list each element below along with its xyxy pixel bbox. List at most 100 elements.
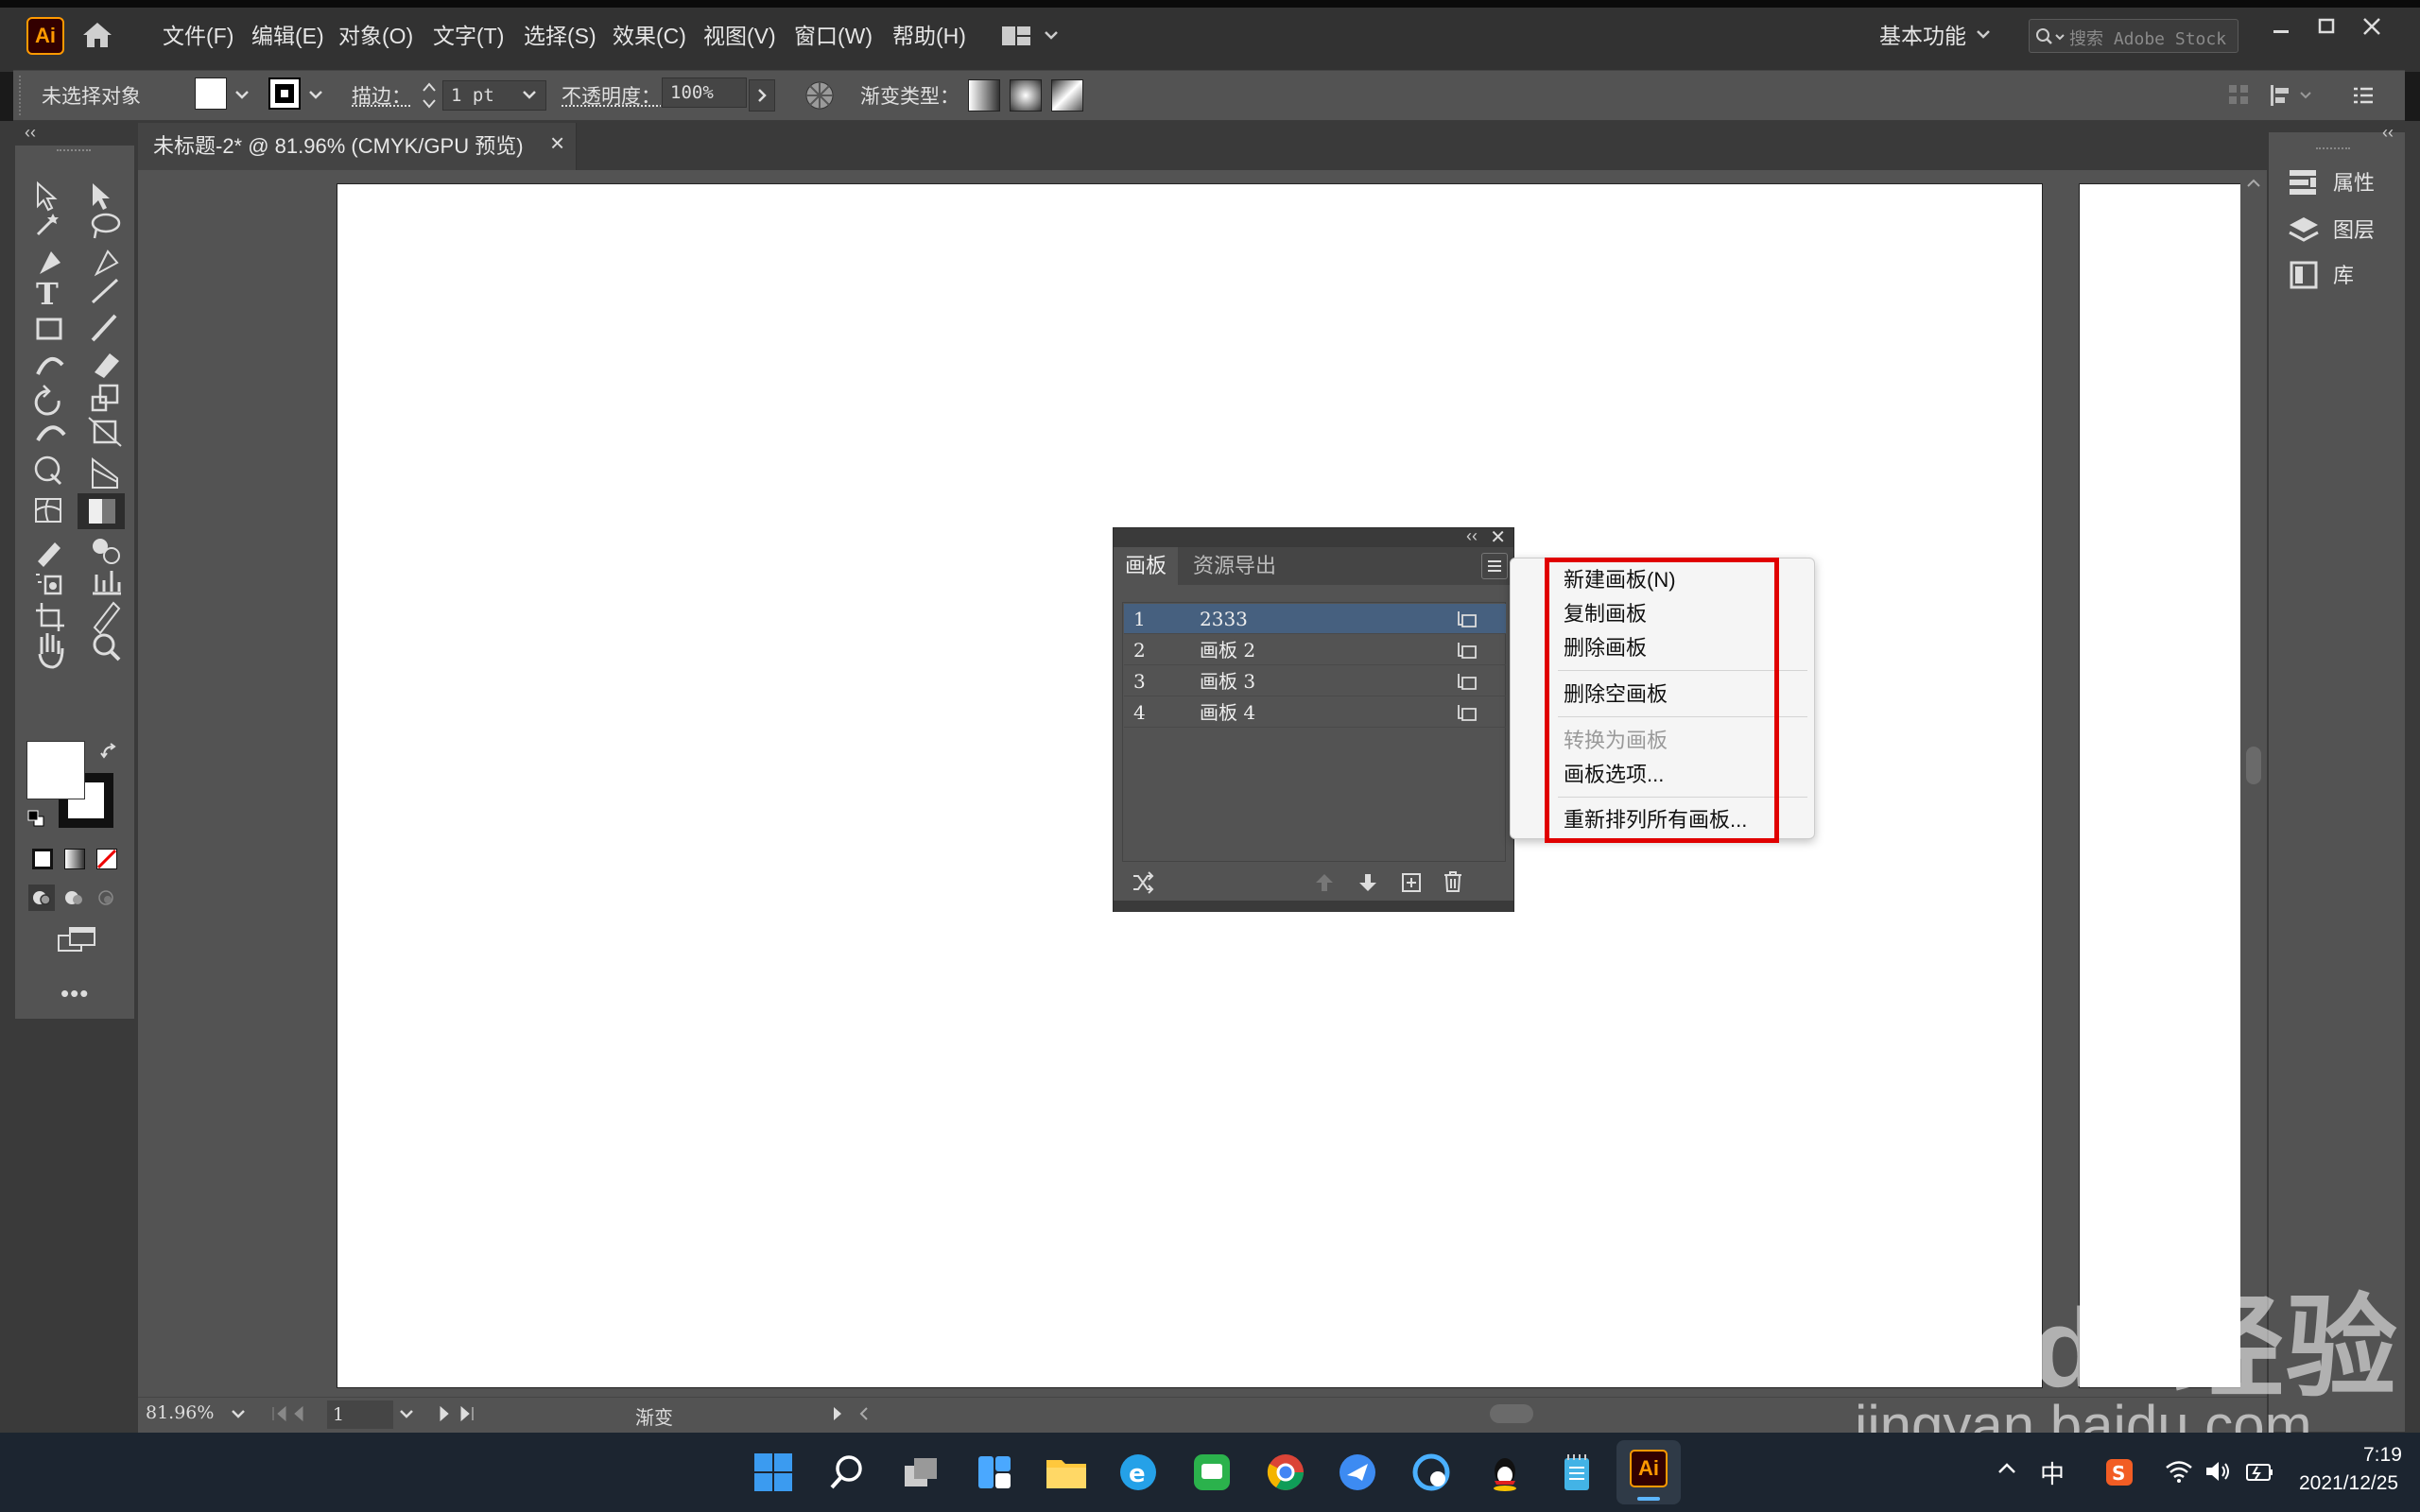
clock-date[interactable]: 2021/12/25 — [2299, 1472, 2398, 1495]
close-icon[interactable]: ✕ — [1490, 525, 1506, 549]
panel-resize-grip[interactable] — [1114, 901, 1513, 912]
close-window-button[interactable] — [2356, 11, 2388, 43]
chrome-icon[interactable] — [1261, 1448, 1310, 1497]
panel-properties[interactable]: 属性 — [2333, 164, 2420, 202]
panel-header[interactable]: ‹‹ ✕ — [1114, 525, 1513, 549]
menu-help[interactable]: 帮助(H) — [892, 19, 966, 53]
more-tools-icon[interactable]: ••• — [60, 979, 89, 1008]
cloud-app-icon[interactable] — [1407, 1448, 1456, 1497]
fill-color-box-front[interactable] — [26, 741, 85, 799]
document-tab[interactable]: 未标题-2* @ 81.96% (CMYK/GPU 预览) — [138, 123, 577, 170]
minimize-button[interactable] — [2265, 11, 2297, 43]
clock-time[interactable]: 7:19 — [2363, 1444, 2402, 1467]
chevron-down-icon[interactable] — [522, 89, 537, 100]
stroke-label[interactable]: 描边： — [352, 81, 411, 110]
taskbar-active-app[interactable]: Ai — [1616, 1440, 1681, 1504]
artboard-number-field[interactable]: 1 — [327, 1400, 393, 1429]
menu-effect[interactable]: 效果(C) — [613, 19, 686, 53]
panel-menu-icon[interactable] — [1481, 553, 1508, 579]
messaging-icon[interactable] — [1187, 1448, 1236, 1497]
stroke-stepper[interactable] — [420, 79, 439, 112]
arrange-documents-icon[interactable] — [1000, 23, 1061, 49]
browser-e-icon[interactable]: e — [1114, 1448, 1163, 1497]
menu-window[interactable]: 窗口(W) — [794, 19, 873, 53]
chevron-down-icon[interactable] — [308, 89, 323, 100]
table-row[interactable]: 4 画板 4 — [1124, 697, 1506, 728]
qq-icon[interactable] — [1480, 1448, 1530, 1497]
maximize-button[interactable] — [2310, 11, 2342, 43]
table-row[interactable]: 1 2333 — [1124, 604, 1506, 634]
opacity-label[interactable]: 不透明度： — [562, 81, 661, 110]
freeform-gradient-icon[interactable] — [1051, 79, 1083, 112]
ime-indicator[interactable]: 中 — [2040, 1455, 2065, 1490]
menu-object[interactable]: 对象(O) — [338, 19, 413, 53]
draw-mode-icons[interactable] — [28, 885, 123, 911]
default-colors-icon[interactable] — [26, 809, 45, 828]
menu-type[interactable]: 文字(T) — [433, 19, 504, 53]
status-menu-arrow[interactable] — [830, 1404, 845, 1423]
close-tab-button[interactable]: × — [550, 129, 564, 158]
fill-swatch[interactable] — [195, 77, 227, 110]
chevron-down-icon[interactable] — [231, 1408, 246, 1419]
wifi-icon[interactable] — [2165, 1459, 2193, 1484]
panel-layers[interactable]: 图层 — [2333, 212, 2420, 249]
new-artboard-icon[interactable] — [1401, 872, 1422, 893]
scrollbar-thumb[interactable] — [1490, 1404, 1533, 1423]
task-view-icon[interactable] — [896, 1448, 945, 1497]
bird-app-icon[interactable] — [1333, 1448, 1382, 1497]
file-explorer-icon[interactable] — [1042, 1448, 1091, 1497]
recolor-artwork-icon[interactable] — [804, 79, 836, 112]
opacity-field[interactable]: 100% — [662, 77, 747, 108]
transform-icon[interactable] — [2269, 83, 2316, 108]
stroke-swatch[interactable] — [268, 77, 301, 110]
tab-artboards[interactable]: 画板 — [1114, 547, 1179, 585]
widgets-icon[interactable] — [970, 1448, 1019, 1497]
color-mode-icon[interactable] — [32, 849, 53, 869]
chevron-right-icon[interactable] — [749, 79, 775, 112]
chevron-down-icon[interactable] — [399, 1408, 414, 1419]
workspace-switcher[interactable]: 基本功能 — [1879, 19, 1966, 53]
battery-icon[interactable] — [2244, 1459, 2274, 1484]
volume-icon[interactable] — [2204, 1459, 2233, 1484]
menu-edit[interactable]: 编辑(E) — [251, 19, 324, 53]
menu-select[interactable]: 选择(S) — [524, 19, 596, 53]
home-icon[interactable] — [81, 21, 113, 49]
chevron-up-icon[interactable] — [1996, 1461, 2017, 1476]
rearrange-artboards-icon[interactable] — [1131, 870, 1155, 895]
swap-colors-icon[interactable] — [100, 743, 119, 762]
table-row[interactable]: 2 画板 2 — [1124, 635, 1506, 665]
chevron-down-icon[interactable] — [234, 89, 250, 100]
menu-file[interactable]: 文件(F) — [163, 19, 233, 53]
notepad-icon[interactable] — [1552, 1448, 1601, 1497]
move-up-icon[interactable] — [1314, 872, 1335, 893]
start-icon[interactable] — [749, 1448, 798, 1497]
first-artboard-icon[interactable] — [270, 1404, 308, 1423]
linear-gradient-icon[interactable] — [968, 79, 1000, 112]
move-down-icon[interactable] — [1357, 872, 1378, 893]
scrollbar-thumb[interactable] — [2246, 747, 2261, 784]
delete-artboard-icon[interactable] — [1443, 870, 1463, 893]
radial-gradient-icon[interactable] — [1010, 79, 1042, 112]
zoom-field[interactable]: 81.96% — [146, 1402, 231, 1429]
vertical-scrollbar[interactable] — [2240, 170, 2267, 1397]
search-icon[interactable] — [822, 1448, 872, 1497]
menu-view[interactable]: 视图(V) — [703, 19, 776, 53]
collapse-panel-icon[interactable]: ‹‹ — [25, 123, 36, 143]
artboard-options-icon[interactable] — [1457, 672, 1478, 691]
artboard-options-icon[interactable] — [1457, 610, 1478, 628]
last-artboard-icon[interactable] — [435, 1404, 482, 1423]
sogou-icon[interactable]: S — [2104, 1457, 2135, 1487]
panel-libraries[interactable]: 库 — [2333, 257, 2420, 295]
panel-menu-icon[interactable] — [2352, 85, 2375, 106]
align-icon[interactable] — [2227, 83, 2250, 108]
artboard-options-icon[interactable] — [1457, 641, 1478, 660]
collapse-panel-icon[interactable]: ‹‹ — [1466, 526, 1478, 546]
tab-asset-export[interactable]: 资源导出 — [1182, 547, 1288, 585]
screen-mode-icon[interactable] — [57, 926, 98, 954]
table-row[interactable]: 3 画板 3 — [1124, 666, 1506, 696]
stock-search-field[interactable]: 搜索 Adobe Stock — [2029, 19, 2238, 53]
gradient-mode-icon[interactable] — [64, 849, 85, 869]
none-mode-icon[interactable] — [96, 849, 117, 869]
artboard-options-icon[interactable] — [1457, 703, 1478, 722]
artboard-canvas-2[interactable] — [2080, 184, 2240, 1387]
